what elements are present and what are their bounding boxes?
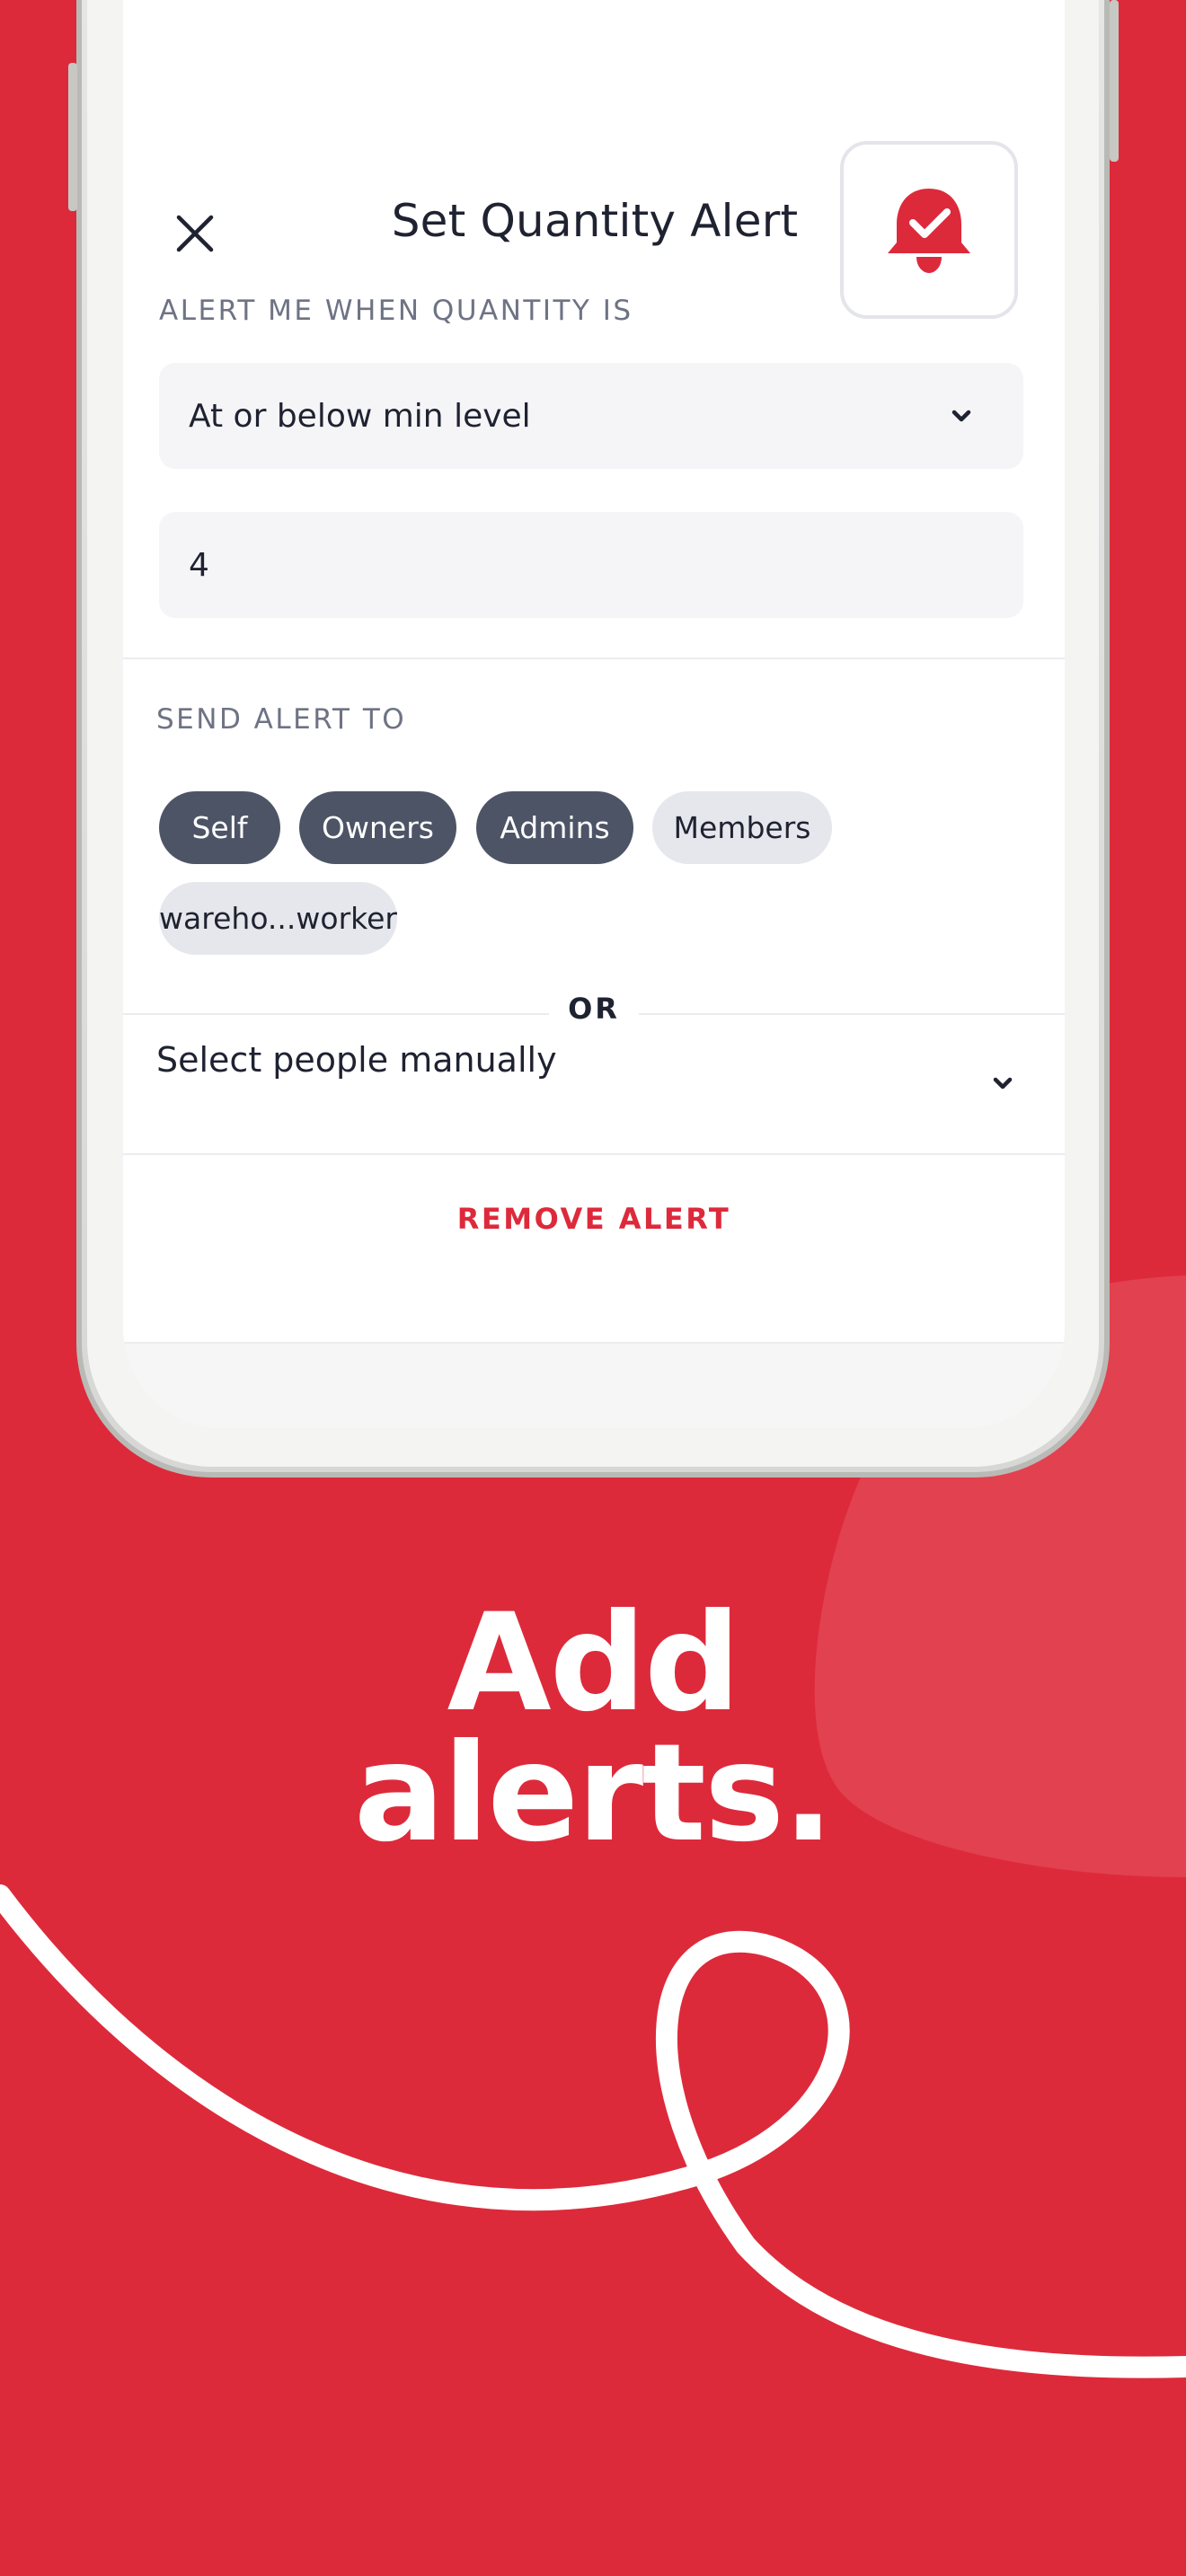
- chevron-down-icon: [951, 410, 971, 422]
- close-icon: [176, 215, 214, 252]
- phone-screen: Set Quantity Alert ALERT ME WHEN QUANTIT…: [123, 0, 1065, 1428]
- send-alert-label: SEND ALERT TO: [156, 703, 407, 736]
- remove-alert-button[interactable]: REMOVE ALERT: [123, 1202, 1065, 1236]
- chip-admins[interactable]: Admins: [476, 791, 633, 864]
- quantity-value: 4: [189, 546, 209, 584]
- select-people-manually[interactable]: Select people manually: [156, 1040, 557, 1080]
- alert-badge: [840, 141, 1018, 319]
- phone-side-button: [68, 63, 77, 211]
- section-divider: [123, 1153, 1065, 1155]
- quantity-input[interactable]: 4: [159, 512, 1023, 618]
- or-label: OR: [549, 992, 639, 1026]
- close-button[interactable]: [164, 202, 226, 265]
- bell-check-icon: [888, 189, 970, 273]
- section-divider: [123, 657, 1065, 659]
- chevron-down-icon: [993, 1077, 1013, 1090]
- marketing-headline: Add alerts.: [234, 1585, 952, 1872]
- modal-title: Set Quantity Alert: [391, 195, 799, 247]
- chip-warehouse-worker[interactable]: wareho...worker: [159, 882, 397, 955]
- alert-condition-value: At or below min level: [189, 397, 531, 435]
- alert-condition-label: ALERT ME WHEN QUANTITY IS: [159, 295, 633, 327]
- alert-condition-select[interactable]: At or below min level: [159, 363, 1023, 469]
- chip-members[interactable]: Members: [652, 791, 832, 864]
- background-swirl: [0, 1884, 1186, 2378]
- screen-footer: [123, 1342, 1065, 1428]
- headline-line-2: alerts.: [353, 1716, 834, 1872]
- phone-side-button: [1110, 0, 1119, 162]
- chip-self[interactable]: Self: [159, 791, 280, 864]
- chip-owners[interactable]: Owners: [299, 791, 456, 864]
- headline-line-1: Add: [447, 1585, 741, 1742]
